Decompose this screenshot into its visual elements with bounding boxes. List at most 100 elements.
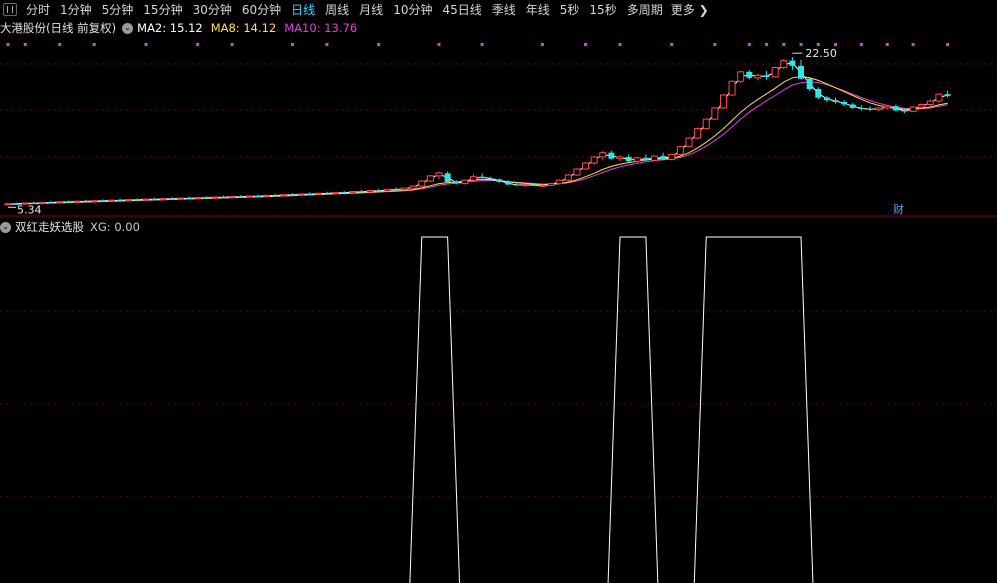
candle-body <box>496 179 503 182</box>
candle-body <box>453 181 460 184</box>
candle-body <box>789 60 796 66</box>
signal-marker <box>6 43 10 46</box>
signal-marker <box>885 43 889 46</box>
candle-body <box>65 201 72 203</box>
candle-body <box>56 201 64 204</box>
ma10-line <box>7 81 948 205</box>
candle-body <box>401 187 409 191</box>
candle-body <box>771 67 779 78</box>
candle-body <box>660 156 667 160</box>
candle-body <box>599 152 607 158</box>
candle-body <box>280 194 288 197</box>
candle-body <box>926 100 934 105</box>
candle-body <box>608 152 615 159</box>
candle-body <box>168 198 175 200</box>
signal-marker <box>747 43 751 46</box>
ma8-line <box>7 76 948 205</box>
candle-body <box>487 178 494 180</box>
candle-body <box>159 198 167 201</box>
candle-body <box>186 198 193 200</box>
financial-report-marker[interactable]: 财 <box>893 202 904 216</box>
candle-body <box>590 156 598 164</box>
candle-body <box>746 71 753 78</box>
candle-body <box>633 157 641 162</box>
candle-body <box>858 107 865 109</box>
candle-body <box>901 110 908 112</box>
candle-body <box>711 107 719 120</box>
signal-marker <box>765 43 769 46</box>
candle-body <box>375 190 382 192</box>
candle-body <box>564 174 572 181</box>
candle-body <box>651 155 658 161</box>
candle-body <box>228 196 236 199</box>
candle-body <box>538 184 546 187</box>
candle-body <box>642 157 649 161</box>
candle-body <box>875 107 883 111</box>
signal-marker <box>834 43 838 46</box>
candle-body <box>90 200 98 203</box>
candle-body <box>176 197 184 200</box>
candle-body <box>134 199 141 201</box>
signal-marker <box>290 43 294 46</box>
candle-body <box>780 60 788 69</box>
candle-body <box>909 106 917 112</box>
candle-body <box>728 80 736 96</box>
candle-body <box>806 78 813 90</box>
candle-body <box>479 176 486 178</box>
candle-body <box>289 194 296 196</box>
candle-body <box>832 100 839 102</box>
candle-body <box>409 185 417 189</box>
candle-body <box>521 183 529 186</box>
candle-body <box>944 94 951 96</box>
signal-marker <box>480 43 484 46</box>
candle-body <box>366 190 374 193</box>
candle-body <box>625 156 632 162</box>
candle-body <box>867 108 873 110</box>
signal-marker <box>618 43 622 46</box>
candle-body <box>4 203 12 206</box>
signal-marker <box>377 43 381 46</box>
candle-body <box>616 156 624 160</box>
candle-body <box>469 176 477 181</box>
candle-body <box>82 201 89 203</box>
signal-marker <box>144 43 148 46</box>
candle-body <box>73 200 81 203</box>
candle-body <box>461 179 469 185</box>
candle-body <box>418 180 426 187</box>
candle-body <box>237 196 244 198</box>
candle-body <box>892 106 899 111</box>
candle-body <box>142 198 150 201</box>
candle-body <box>702 118 710 130</box>
candle-body <box>547 183 555 186</box>
candle-body <box>341 192 348 194</box>
candle-body <box>99 200 106 202</box>
candle-body <box>297 193 305 196</box>
candle-body <box>798 65 805 79</box>
candle-body <box>435 172 443 177</box>
signal-marker <box>946 43 950 46</box>
candle-body <box>513 184 520 186</box>
candle-body <box>220 197 227 199</box>
candle-body <box>211 196 219 199</box>
candle-body <box>918 104 926 108</box>
candle-body <box>668 153 676 161</box>
candle-body <box>815 89 822 98</box>
low-price-label: 5.34 <box>17 203 42 216</box>
xg-signal-pulse <box>607 236 659 583</box>
candle-body <box>935 93 943 102</box>
candle-body <box>685 137 693 148</box>
candle-body <box>314 192 322 195</box>
candle-body <box>125 199 133 202</box>
candle-body <box>719 94 727 109</box>
candle-body <box>444 173 451 182</box>
signal-marker <box>670 43 674 46</box>
candle-body <box>823 97 830 101</box>
candle-body <box>117 200 124 202</box>
kline-chart[interactable]: 22.50 5.34 财 <box>0 0 997 583</box>
xg-signal-pulse <box>409 236 461 583</box>
signal-marker <box>540 43 544 46</box>
signal-marker <box>58 43 62 46</box>
signal-marker <box>230 43 234 46</box>
candle-body <box>323 193 330 195</box>
candle-body <box>245 195 253 198</box>
